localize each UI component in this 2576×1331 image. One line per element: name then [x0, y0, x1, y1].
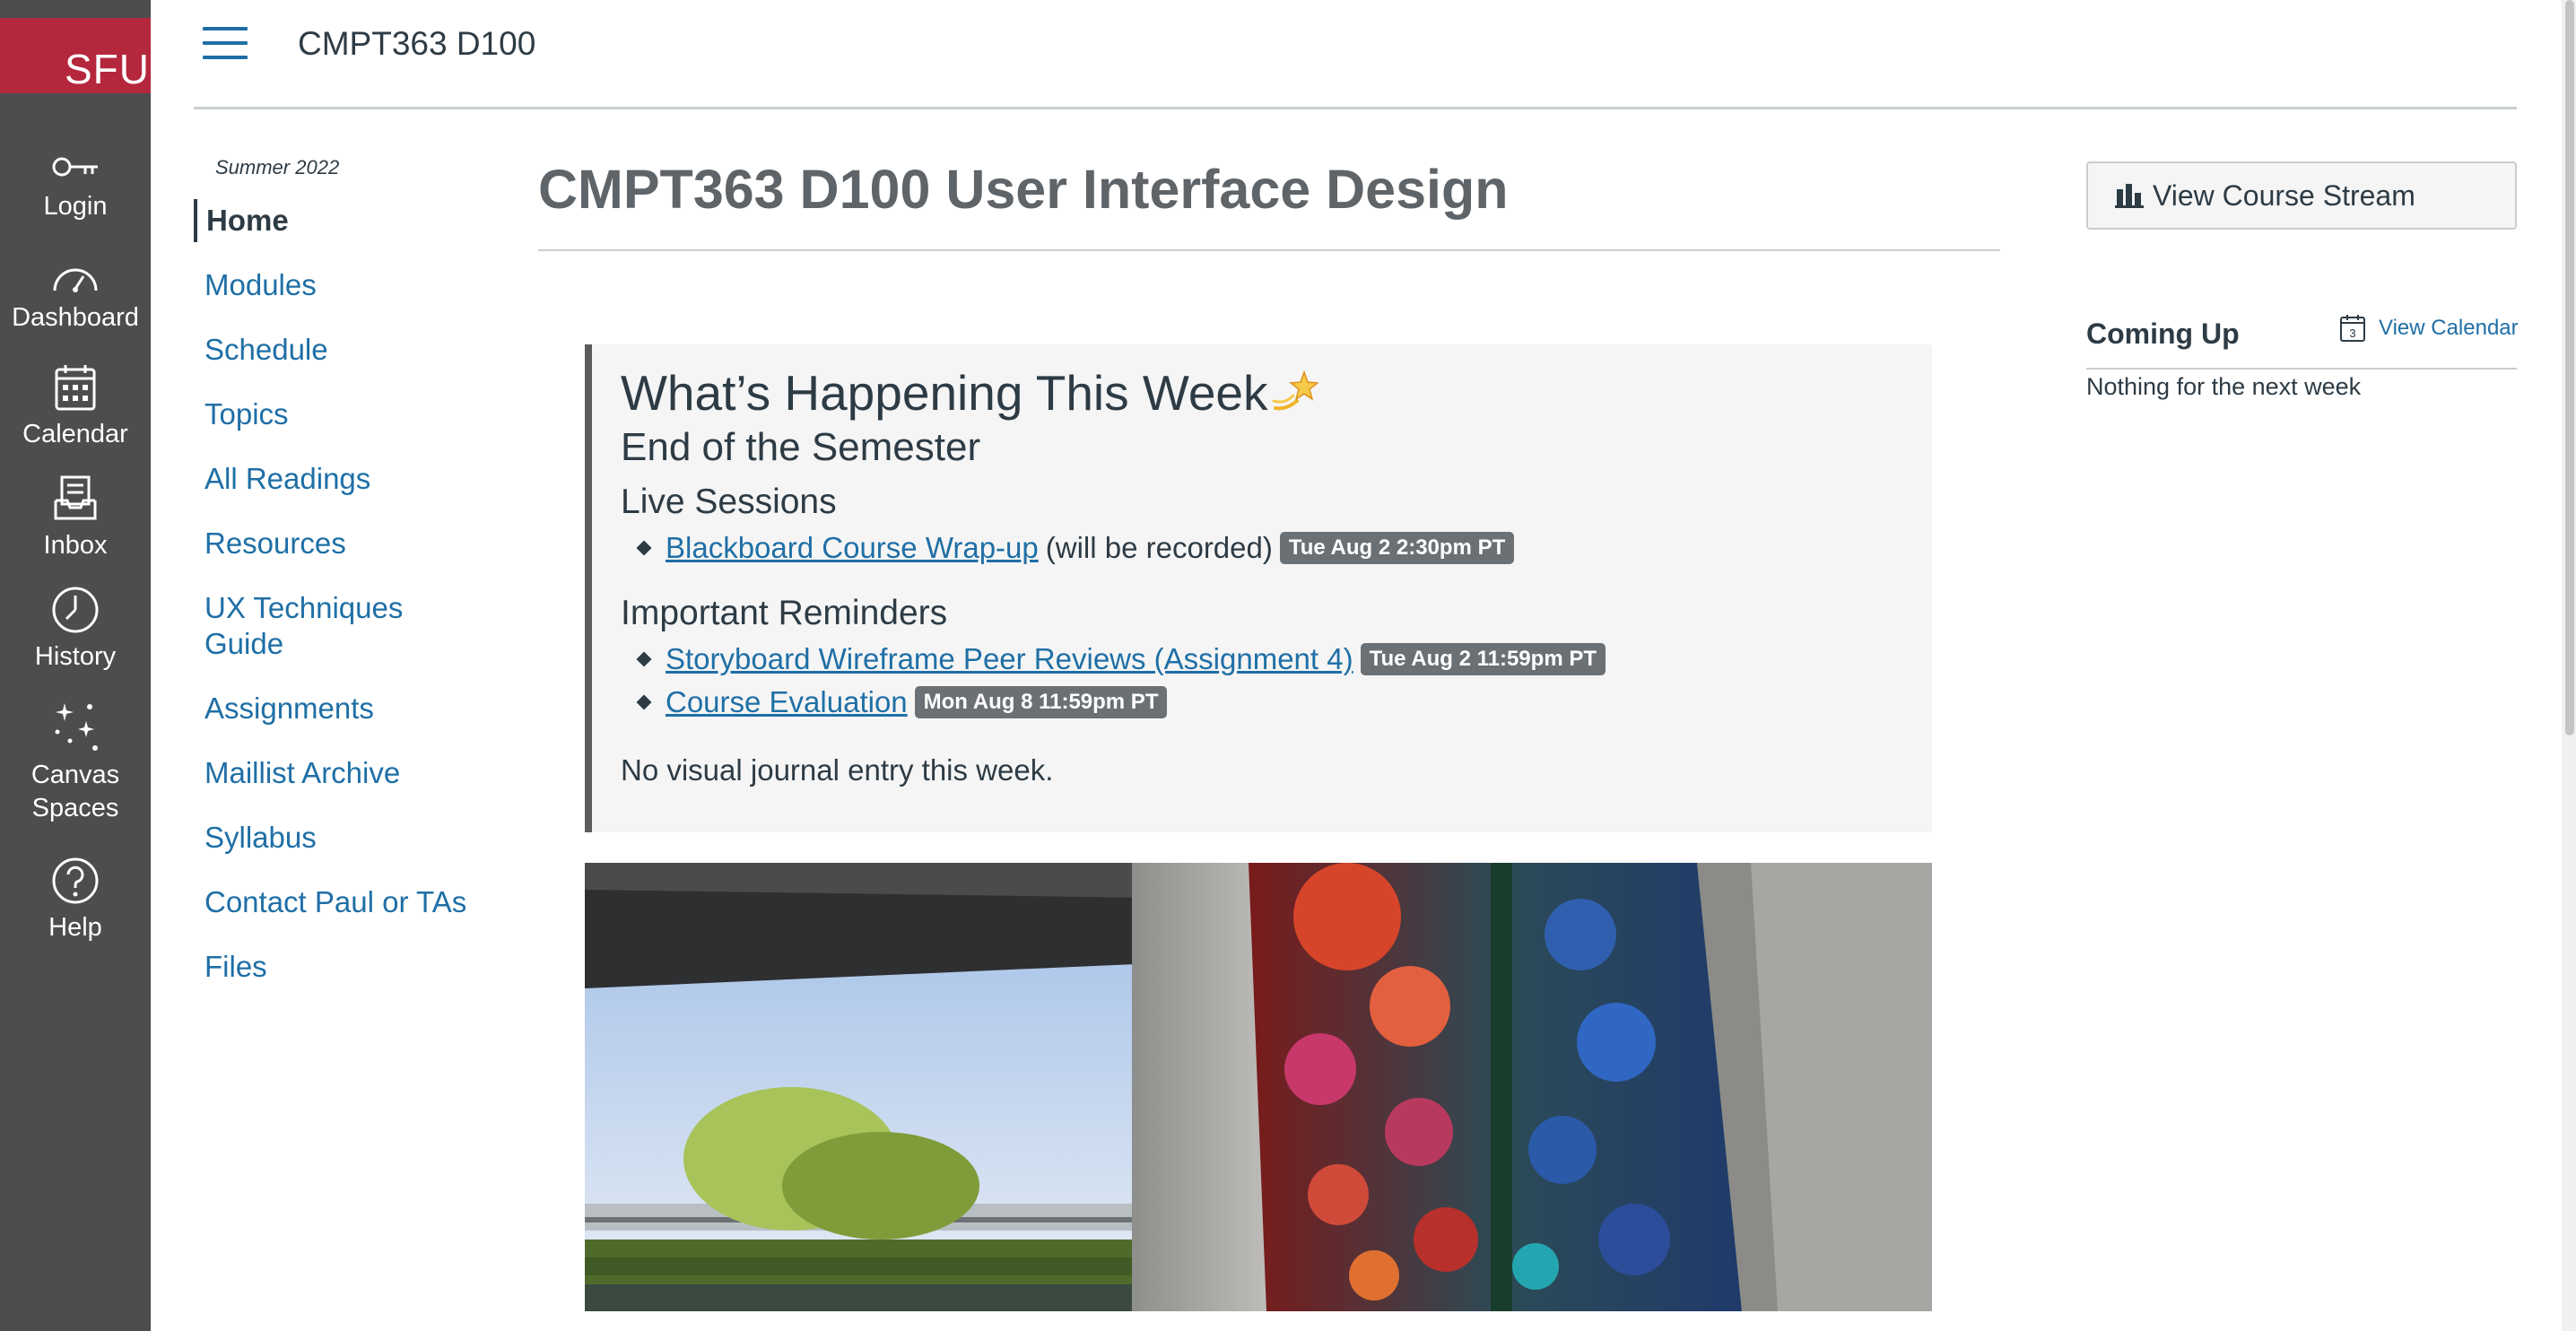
view-calendar-link[interactable]: 3 View Calendar	[2339, 314, 2519, 343]
dashboard-icon	[53, 268, 98, 292]
course-term: Summer 2022	[215, 156, 340, 178]
list-item: Storyboard Wireframe Peer Reviews (Assig…	[636, 642, 1606, 676]
global-nav-label: Dashboard	[12, 303, 139, 332]
live-sessions-heading: Live Sessions	[621, 483, 837, 521]
header-divider	[194, 107, 2517, 109]
hamburger-line	[203, 56, 248, 59]
course-nav-home[interactable]: Home	[194, 199, 481, 242]
global-nav-label: Calendar	[22, 420, 128, 448]
course-evaluation-link[interactable]: Course Evaluation	[666, 685, 908, 719]
bullet-icon	[636, 651, 652, 667]
wrap-up-link[interactable]: Blackboard Course Wrap-up	[666, 531, 1039, 565]
course-nav-label: Guide	[205, 627, 284, 660]
course-nav-maillist-archive[interactable]: Maillist Archive	[194, 755, 481, 791]
bar-chart-icon	[2115, 184, 2144, 208]
global-nav-label: Spaces	[31, 794, 119, 822]
calendar-day: 3	[2349, 326, 2355, 340]
key-icon	[52, 157, 98, 177]
global-nav-history[interactable]: History	[0, 585, 151, 674]
clock-icon	[52, 587, 99, 633]
view-course-stream-button[interactable]: View Course Stream	[2086, 161, 2517, 230]
week-heading: What’s Happening This Week	[621, 364, 1319, 425]
calendar-icon	[55, 365, 96, 411]
coming-up-divider	[2086, 368, 2517, 370]
page-title: CMPT363 D100 User Interface Design	[538, 159, 1509, 220]
course-nav-label: UX Techniques	[205, 591, 404, 624]
week-subheading: End of the Semester	[621, 425, 981, 469]
global-nav-label: Help	[48, 913, 102, 942]
hamburger-line	[203, 27, 248, 30]
logo-text: SFU	[65, 46, 150, 92]
global-nav: SFU Login Dashboard Calendar Inbox Histo…	[0, 0, 151, 1331]
view-calendar-label: View Calendar	[2379, 316, 2519, 340]
global-nav-inbox[interactable]: Inbox	[0, 474, 151, 562]
course-menu-toggle[interactable]	[203, 27, 248, 61]
course-nav-assignments[interactable]: Assignments	[194, 691, 481, 726]
course-nav-ux-techniques-guide[interactable]: UX Techniques Guide	[194, 590, 481, 662]
week-heading-text: What’s Happening This Week	[621, 365, 1268, 421]
global-nav-login[interactable]: Login	[0, 149, 151, 223]
hamburger-line	[203, 41, 248, 45]
course-nav-schedule[interactable]: Schedule	[194, 332, 481, 368]
stream-button-label: View Course Stream	[2153, 178, 2415, 212]
course-nav-all-readings[interactable]: All Readings	[194, 461, 481, 497]
title-divider	[538, 249, 2000, 251]
course-nav-modules[interactable]: Modules	[194, 267, 481, 303]
week-callout: What’s Happening This Week End of the Se…	[585, 344, 1932, 832]
breadcrumb-course[interactable]: CMPT363 D100	[298, 25, 535, 63]
list-item: Blackboard Course Wrap-up (will be recor…	[636, 531, 1515, 565]
course-nav-topics[interactable]: Topics	[194, 396, 481, 432]
calendar-icon: 3	[2340, 315, 2365, 342]
global-nav-label: Login	[43, 192, 108, 221]
peer-reviews-link[interactable]: Storyboard Wireframe Peer Reviews (Assig…	[666, 642, 1353, 676]
global-nav-label: History	[34, 642, 117, 671]
global-nav-label: Inbox	[43, 531, 108, 560]
due-badge: Tue Aug 2 2:30pm PT	[1279, 532, 1515, 564]
campus-mosaic-image	[585, 863, 1932, 1311]
coming-up-empty: Nothing for the next week	[2086, 373, 2362, 400]
dizzy-star-icon	[1270, 368, 1319, 425]
bullet-icon	[636, 694, 652, 710]
global-nav-calendar[interactable]: Calendar	[0, 362, 151, 451]
list-item: Course Evaluation Mon Aug 8 11:59pm PT	[636, 685, 1168, 719]
sparkles-icon	[55, 703, 98, 751]
course-nav-syllabus[interactable]: Syllabus	[194, 820, 481, 856]
course-nav-files[interactable]: Files	[194, 949, 481, 985]
bullet-icon	[636, 540, 652, 556]
inbox-icon	[54, 475, 97, 520]
scrollbar-thumb[interactable]	[2565, 0, 2574, 735]
help-icon	[52, 857, 99, 904]
global-nav-help[interactable]: Help	[0, 856, 151, 944]
journal-note: No visual journal entry this week.	[621, 753, 1054, 787]
global-nav-canvas-spaces[interactable]: Canvas Spaces	[0, 700, 151, 825]
due-badge: Tue Aug 2 11:59pm PT	[1360, 643, 1606, 675]
global-nav-label: Canvas	[30, 761, 120, 789]
global-nav-dashboard[interactable]: Dashboard	[0, 260, 151, 335]
recorded-note: (will be recorded)	[1045, 531, 1273, 564]
course-nav-contact[interactable]: Contact Paul or TAs	[194, 884, 481, 920]
reminders-heading: Important Reminders	[621, 594, 948, 632]
course-nav: Home Modules Schedule Topics All Reading…	[194, 199, 481, 1013]
coming-up-heading: Coming Up	[2086, 318, 2240, 350]
sfu-logo[interactable]: SFU	[0, 18, 151, 93]
due-badge: Mon Aug 8 11:59pm PT	[914, 686, 1168, 718]
course-nav-resources[interactable]: Resources	[194, 526, 481, 561]
